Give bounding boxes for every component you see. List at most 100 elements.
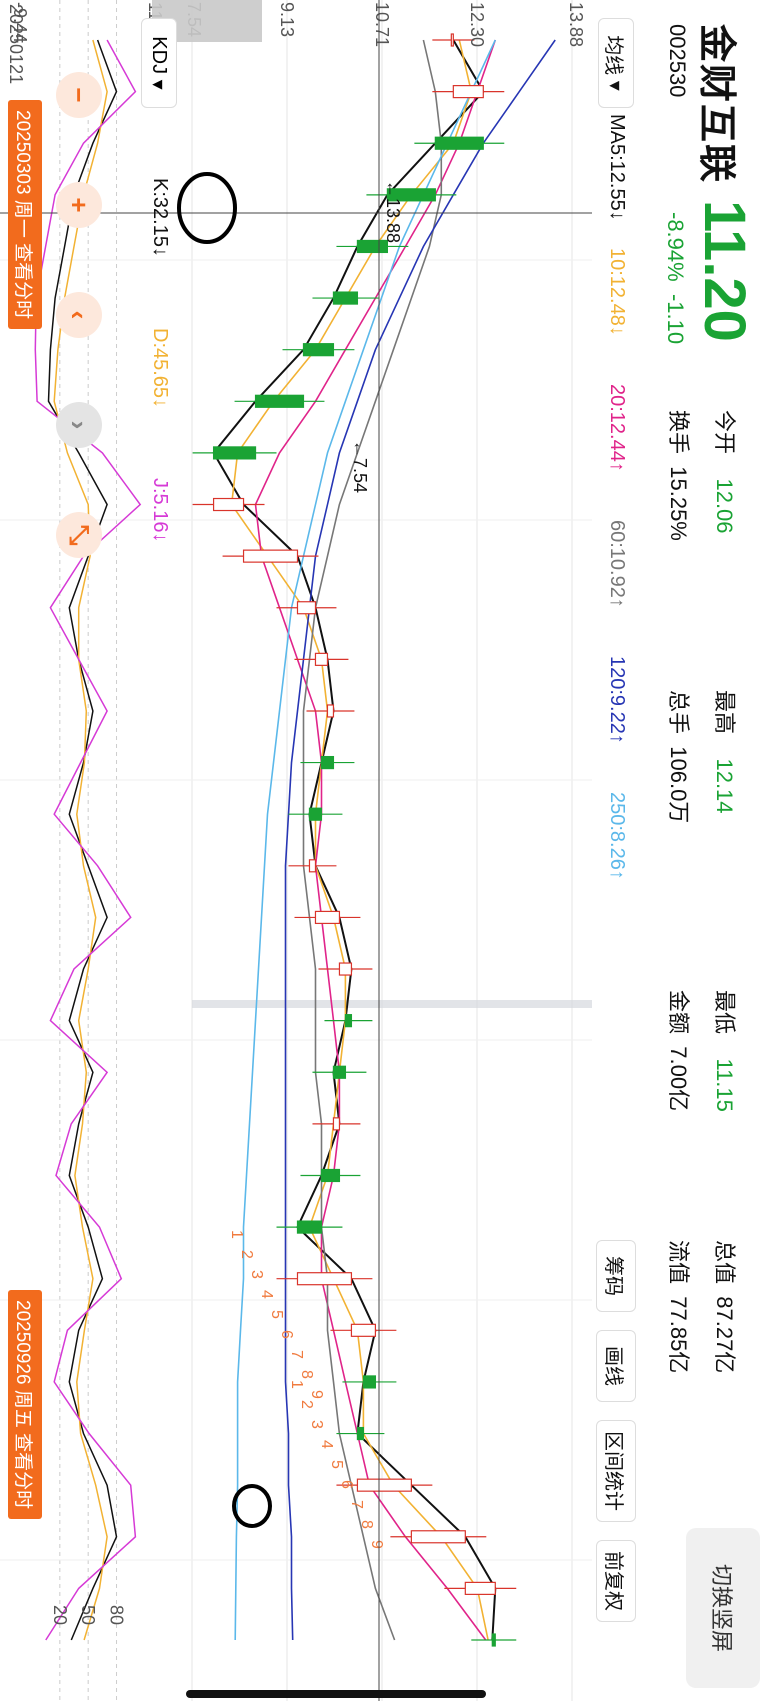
sequence-marker: 8 xyxy=(358,1520,375,1529)
kline-chart[interactable]: 13.8812.3010.719.137.54←13.88←7.54112.23… xyxy=(0,0,592,1701)
adjust-button[interactable]: 前复权 xyxy=(596,1540,636,1622)
zoom-out-button[interactable]: − xyxy=(56,72,102,118)
sequence-marker: 1 xyxy=(288,1380,305,1389)
change-pct: -8.94% xyxy=(663,212,688,282)
ma250-value: 250:8.26↑ xyxy=(606,792,628,880)
date-tag-end[interactable]: 20250926 周五 查看分时 xyxy=(8,1290,42,1520)
candle-body xyxy=(308,807,323,821)
stat-volume: 总手 106.0万 xyxy=(666,690,691,824)
candle-body xyxy=(332,291,359,305)
sequence-marker: 8 xyxy=(298,1370,315,1379)
kdj-k-value: K:32.15↓ xyxy=(149,178,171,257)
sequence-marker: 2 xyxy=(238,1250,255,1259)
kdj-ref-20: 20 xyxy=(50,1605,70,1625)
chart-area[interactable]: 13.8812.3010.719.137.54←13.88←7.54112.23… xyxy=(0,0,592,1701)
price-change: -8.94% -1.10 xyxy=(662,212,688,344)
kdj-header: KDJ ▾ K:32.15↓ D:45.65↓ J:5.16↓ xyxy=(139,18,177,1018)
ma120-value: 120:9.22↑ xyxy=(606,656,628,744)
candle-body xyxy=(452,85,484,99)
ma-line-ma20 xyxy=(254,39,497,1641)
candle-body xyxy=(450,33,454,47)
range-stats-button[interactable]: 区间统计 xyxy=(596,1420,636,1522)
kdj-line-d xyxy=(53,39,108,1641)
stat-amount: 金额 7.00亿 xyxy=(666,990,691,1112)
candle-body xyxy=(308,859,317,873)
chevron-down-icon: ▾ xyxy=(147,79,170,90)
last-price: 11.20 xyxy=(692,200,757,342)
candle-body xyxy=(212,446,257,460)
ma5-value: MA5:12.55↓ xyxy=(606,114,628,221)
axis-label-top: 13.88 xyxy=(566,2,586,47)
stat-low: 最低 11.15 xyxy=(712,990,737,1112)
candle-body xyxy=(344,1014,353,1028)
stat-total-value: 总值 87.27亿 xyxy=(712,1240,737,1374)
zoom-in-button[interactable]: + xyxy=(56,182,102,228)
date-start-label: 20250121 xyxy=(6,4,26,85)
switch-portrait-button[interactable]: 切换竖屏 xyxy=(686,1528,760,1688)
scroll-left-button[interactable]: ‹ xyxy=(56,292,102,338)
candle-body xyxy=(320,755,335,770)
sequence-marker: 6 xyxy=(338,1480,355,1489)
chips-button[interactable]: 筹码 xyxy=(596,1240,636,1312)
candle-body xyxy=(362,1375,377,1389)
candle-body xyxy=(356,1478,412,1492)
chevron-right-icon: › xyxy=(64,420,95,430)
ma20-value: 20:12.44↑ xyxy=(606,384,628,472)
ma-toolbar: 均线 ▾ MA5:12.55↓ 10:12.48↓ 20:12.44↑ 60:1… xyxy=(592,0,638,1701)
axis-label-mid2: 10.71 xyxy=(372,2,392,47)
sequence-marker: 7 xyxy=(348,1500,365,1509)
candle-body xyxy=(332,1065,347,1079)
candle-body xyxy=(332,1117,341,1131)
chevron-left-icon: ‹ xyxy=(64,310,95,320)
ma-line-ma250 xyxy=(234,39,497,1641)
scroll-right-button[interactable]: › xyxy=(56,402,102,448)
sequence-marker: 6 xyxy=(278,1330,295,1339)
sequence-marker: 7 xyxy=(288,1350,305,1359)
sequence-marker: 3 xyxy=(248,1270,265,1279)
candle-body xyxy=(242,549,299,563)
axis-labels: 13.8812.3010.719.137.54←13.88←7.54112.23… xyxy=(10,2,586,1625)
crosshair-price-label: ←13.88 xyxy=(383,180,403,243)
stock-code: 002530 xyxy=(665,24,690,98)
ma-select[interactable]: 均线 ▾ xyxy=(598,18,634,108)
candle-body xyxy=(296,601,317,615)
candle-body xyxy=(212,497,245,512)
stock-name: 金财互联 xyxy=(695,24,737,185)
sequence-marker: 4 xyxy=(258,1290,275,1299)
candle-body xyxy=(350,1323,377,1337)
collapse-button[interactable]: ⤡ xyxy=(56,512,102,558)
indicator-select[interactable]: KDJ ▾ xyxy=(141,18,177,108)
stat-open: 今开 12.06 xyxy=(712,410,737,534)
axis-label-mid1: 12.30 xyxy=(467,2,487,47)
ma-line-ma10 xyxy=(230,39,489,1641)
sequence-marker: 5 xyxy=(268,1310,285,1319)
candle-body xyxy=(314,652,329,666)
candle-body xyxy=(320,1168,341,1183)
kdj-d-value: D:45.65↓ xyxy=(149,328,171,409)
candle-body xyxy=(254,394,305,408)
quote-header: 金财互联 002530 11.20 -8.94% -1.10 今开 12.06 … xyxy=(638,0,768,1701)
chevron-down-icon: ▾ xyxy=(604,80,627,91)
candle-body xyxy=(302,343,335,357)
ma-line-ma60 xyxy=(302,39,443,1641)
ma-line-ma120 xyxy=(284,39,556,1641)
date-tag-start[interactable]: 20250303 周一 查看分时 xyxy=(8,100,42,330)
candle-body xyxy=(356,1426,365,1441)
candle-body xyxy=(464,1581,496,1595)
candle-body xyxy=(326,704,335,718)
sequence-marker: 5 xyxy=(328,1460,345,1469)
ma-line-ma5 xyxy=(212,39,497,1641)
candle-body xyxy=(410,1530,466,1544)
compress-icon: ⤡ xyxy=(65,524,95,546)
candles xyxy=(192,33,517,1647)
kdj-line-k xyxy=(47,39,118,1641)
ma60-value: 60:10.92↑ xyxy=(606,520,628,608)
home-indicator-bar xyxy=(186,1690,486,1698)
kdj-ref-50: 50 xyxy=(78,1605,98,1625)
draw-line-button[interactable]: 画线 xyxy=(596,1330,636,1402)
candle-body xyxy=(296,1220,323,1234)
sequence-marker: 1 xyxy=(228,1230,245,1239)
landscape-chart-screen: 金财互联 002530 11.20 -8.94% -1.10 今开 12.06 … xyxy=(0,0,768,1701)
sequence-marker: 3 xyxy=(308,1420,325,1429)
min-price-label: ←7.54 xyxy=(350,440,370,493)
